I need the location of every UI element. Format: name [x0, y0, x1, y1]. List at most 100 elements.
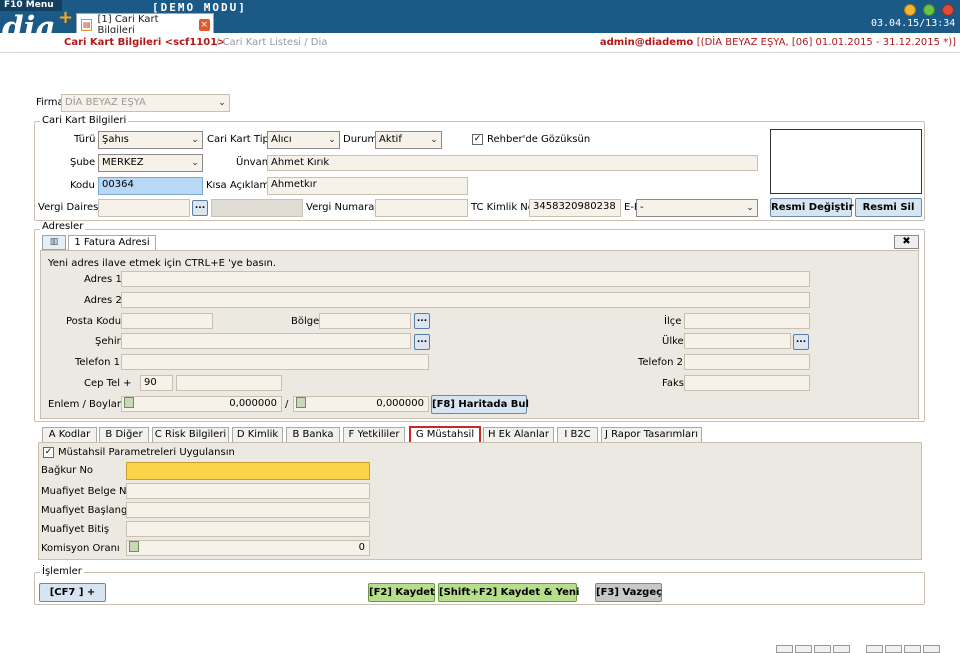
close-window-icon[interactable]: [942, 4, 954, 16]
adres2-input[interactable]: [121, 292, 810, 308]
minimize-icon[interactable]: [904, 4, 916, 16]
vergi-numarasi-input[interactable]: [375, 199, 468, 217]
tc-kimlik-input[interactable]: 3458320980238: [529, 199, 621, 217]
bolge-lookup-button[interactable]: ...: [414, 313, 430, 329]
muafiyet-belge-input[interactable]: [126, 483, 370, 499]
tab-diger[interactable]: B Diğer: [99, 427, 149, 442]
muafiyet-baslangic-input[interactable]: [126, 502, 370, 518]
kaydet-ve-yeni-button[interactable]: [Shift+F2] Kaydet & Yeni: [438, 583, 579, 602]
page-button[interactable]: [866, 645, 883, 653]
mustahsil-checkbox[interactable]: ✓: [43, 447, 54, 458]
sehir-lookup-button[interactable]: ...: [414, 334, 430, 350]
cari-kart-tipi-label: Cari Kart Tipi: [207, 134, 272, 145]
firma-value: DİA BEYAZ EŞYA: [65, 97, 146, 108]
mustahsil-check-label: Müstahsil Parametreleri Uygulansın: [58, 447, 235, 458]
tab-ek-alanlar[interactable]: H Ek Alanlar: [483, 427, 554, 442]
telefon2-input[interactable]: [684, 354, 810, 370]
boylam-input[interactable]: 0,000000: [293, 396, 429, 412]
ilce-input[interactable]: [684, 313, 810, 329]
adres1-label: Adres 1: [84, 274, 122, 285]
vergi-dairesi-lookup-button[interactable]: ...: [192, 200, 208, 216]
bolge-input[interactable]: [319, 313, 411, 329]
vergi-dairesi-input[interactable]: [98, 199, 190, 217]
page-next-button[interactable]: [885, 645, 902, 653]
muafiyet-bitis-input[interactable]: [126, 521, 370, 537]
cep-country-code-input[interactable]: 90: [140, 375, 173, 391]
enlem-input[interactable]: 0,000000: [121, 396, 282, 412]
enlem-boylam-label: Enlem / Boylam: [48, 399, 127, 410]
rehber-checkbox[interactable]: ✓: [472, 134, 483, 145]
ilce-label: İlçe: [664, 316, 682, 327]
page-first-button[interactable]: [776, 645, 793, 653]
adresler-group-title: Adresler: [40, 221, 86, 233]
tab-rapor-tasarimlari[interactable]: J Rapor Tasarımları: [601, 427, 702, 442]
unvan-input[interactable]: Ahmet Kırık: [267, 155, 758, 171]
islemler-group-title: İşlemler: [40, 566, 84, 578]
tab-cari-kart-bilgileri[interactable]: ▤ [1] Cari Kart Bilgileri ×: [76, 13, 214, 36]
tab-risk-bilgileri[interactable]: C Risk Bilgileri: [152, 427, 229, 442]
faks-input[interactable]: [684, 375, 810, 391]
date-time: 03.04.15/13:34: [871, 18, 956, 29]
page-prev-button[interactable]: [795, 645, 812, 653]
telefon1-input[interactable]: [121, 354, 429, 370]
rehber-label: Rehber'de Gözüksün: [487, 134, 591, 145]
bagkur-input[interactable]: [126, 462, 370, 480]
bagkur-label: Bağkur No: [41, 465, 94, 476]
delete-address-icon[interactable]: ✖: [894, 235, 919, 249]
sehir-input[interactable]: [121, 333, 411, 349]
posta-kodu-input[interactable]: [121, 313, 213, 329]
sube-value: MERKEZ: [102, 157, 144, 168]
durum-label: Durum: [343, 134, 378, 145]
page-button[interactable]: [814, 645, 831, 653]
durum-select[interactable]: Aktif ⌄: [375, 131, 442, 149]
kisa-aciklama-input[interactable]: Ahmetkır: [267, 177, 468, 195]
adres2-label: Adres 2: [84, 295, 122, 306]
cari-kart-tipi-select[interactable]: Alıcı ⌄: [267, 131, 340, 149]
tab-b2c[interactable]: I B2C: [557, 427, 598, 442]
calculator-icon[interactable]: [296, 397, 306, 408]
e-fatura-select[interactable]: - ⌄: [636, 199, 758, 217]
tab-close-icon[interactable]: ×: [198, 18, 210, 31]
page-button[interactable]: [833, 645, 850, 653]
enlem-boylam-separator: /: [285, 399, 289, 410]
cep-tel-input[interactable]: [176, 375, 282, 391]
telefon2-label: Telefon 2: [638, 357, 684, 368]
adres1-input[interactable]: [121, 271, 810, 287]
chevron-down-icon: ⌄: [191, 158, 199, 168]
ulke-lookup-button[interactable]: ...: [793, 334, 809, 350]
haritada-bul-button[interactable]: [F8] Haritada Bul: [431, 395, 529, 414]
kaydet-button[interactable]: [F2] Kaydet: [368, 583, 435, 602]
sube-select[interactable]: MERKEZ ⌄: [98, 154, 203, 172]
chevron-down-icon: ⌄: [191, 135, 199, 145]
resmi-sil-button[interactable]: Resmi Sil: [855, 198, 922, 217]
durum-value: Aktif: [379, 134, 402, 145]
turu-select[interactable]: Şahıs ⌄: [98, 131, 203, 149]
new-tab-plus-icon[interactable]: +: [58, 9, 73, 27]
cf7-plus-button[interactable]: [CF7 ] +: [39, 583, 106, 602]
ulke-input[interactable]: [684, 333, 791, 349]
tc-kimlik-label: TC Kimlik No: [471, 202, 534, 213]
vazgec-button[interactable]: [F3] Vazgeç: [595, 583, 662, 602]
chevron-down-icon: ⌄: [430, 135, 438, 145]
maximize-icon[interactable]: [923, 4, 935, 16]
chevron-down-icon: ⌄: [328, 135, 336, 145]
komisyon-input[interactable]: 0: [126, 540, 370, 556]
tab-yetkililer[interactable]: F Yetkililer: [343, 427, 405, 442]
calculator-icon[interactable]: [124, 397, 134, 408]
cari-kart-group-title: Cari Kart Bilgileri: [40, 115, 129, 127]
vergi-numarasi-label: Vergi Numarası: [306, 202, 383, 213]
kodu-input[interactable]: 00364: [98, 177, 203, 195]
resmi-degistir-button[interactable]: Resmi Değiştir: [770, 198, 854, 217]
tab-kodlar[interactable]: A Kodlar: [42, 427, 97, 442]
tab-banka[interactable]: B Banka: [286, 427, 340, 442]
kisa-aciklama-label: Kısa Açıklama: [206, 180, 276, 191]
address-book-icon[interactable]: ▥: [42, 235, 66, 250]
tab-kimlik[interactable]: D Kimlik: [232, 427, 283, 442]
calculator-icon[interactable]: [129, 541, 139, 552]
vergi-dairesi-name-readonly: [211, 199, 303, 217]
firma-select[interactable]: DİA BEYAZ EŞYA ⌄: [61, 94, 230, 112]
page-button[interactable]: [923, 645, 940, 653]
page-last-button[interactable]: [904, 645, 921, 653]
tab-fatura-adresi[interactable]: 1 Fatura Adresi: [68, 235, 156, 250]
breadcrumb-trail[interactable]: / Cari Kart Listesi / Dia: [216, 37, 327, 48]
